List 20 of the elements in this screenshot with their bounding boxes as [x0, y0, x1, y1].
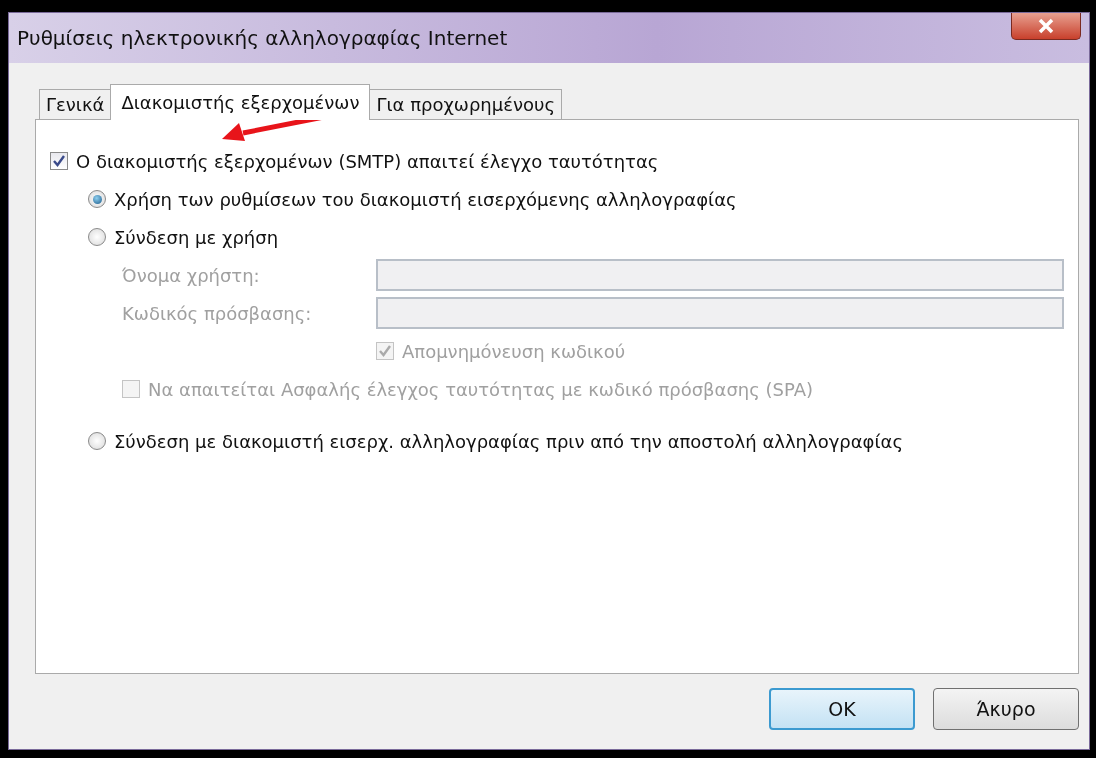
tab[interactable]: Γενικά — [39, 89, 112, 119]
checkbox-label: Ο διακομιστής εξερχομένων (SMTP) απαιτεί έλεγχο ταυτότητας — [76, 150, 659, 172]
cancel-button[interactable]: Άκυρο — [933, 688, 1079, 730]
checkbox-label: Να απαιτείται Ασφαλής έλεγχος ταυτότητας με κωδικό πρόσβασης (SPA) — [148, 378, 813, 400]
radio-label: Σύνδεση με χρήση — [114, 226, 279, 248]
close-button[interactable] — [1011, 13, 1081, 40]
radio-button[interactable] — [88, 432, 106, 450]
checkbox[interactable] — [50, 152, 68, 170]
ok-button[interactable]: OK — [769, 688, 915, 730]
tab[interactable]: Διακομιστής εξερχομένων — [110, 84, 371, 120]
field-label: Κωδικός πρόσβασης: — [122, 302, 313, 324]
radio-label: Χρήση των ρυθμίσεων του διακομιστή εισερχόμενης αλληλογραφίας — [114, 188, 737, 210]
radio-button[interactable] — [88, 228, 106, 246]
close-icon — [1036, 18, 1056, 34]
radio-button[interactable] — [88, 190, 106, 208]
radio-label: Σύνδεση με διακομιστή εισερχ. αλληλογραφίας πριν από την αποστολή αλληλογραφίας — [114, 430, 903, 452]
field-label: Όνομα χρήστη: — [122, 264, 261, 286]
window-title: Ρυθμίσεις ηλεκτρονικής αλληλογραφίας Internet — [17, 26, 508, 50]
tab[interactable]: Για προχωρημένους — [369, 89, 562, 119]
checkbox-label: Απομνημόνευση κωδικού — [402, 340, 626, 362]
